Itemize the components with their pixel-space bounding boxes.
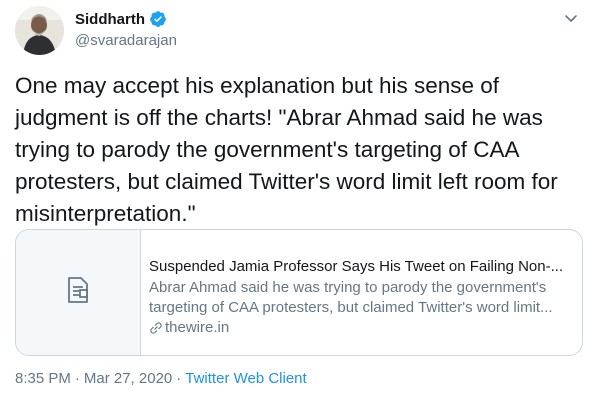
display-name[interactable]: Siddharth [75, 11, 145, 28]
tweet-source-link[interactable]: Twitter Web Client [185, 370, 306, 387]
card-domain: thewire.in [165, 319, 230, 336]
tweet-meta: 8:35 PM · Mar 27, 2020 · Twitter Web Cli… [15, 370, 307, 387]
card-title[interactable]: Suspended Jamia Professor Says His Tweet… [149, 257, 570, 277]
user-handle[interactable]: @svaradarajan [75, 32, 177, 49]
meta-separator: · [74, 370, 80, 387]
card-description-line: Abrar Ahmad said he was trying to parody… [149, 279, 547, 296]
chevron-down-icon[interactable] [563, 10, 579, 26]
user-name-row[interactable]: Siddharth [75, 10, 167, 28]
card-description: Abrar Ahmad said he was trying to parody… [149, 278, 570, 318]
card-body: Suspended Jamia Professor Says His Tweet… [141, 230, 582, 355]
link-icon [150, 322, 162, 334]
avatar[interactable] [15, 6, 64, 55]
card-description-line: targeting of CAA protesters, but claimed… [149, 299, 553, 316]
card-thumbnail [16, 230, 141, 355]
link-preview-card[interactable]: Suspended Jamia Professor Says His Tweet… [15, 229, 583, 356]
tweet-text: One may accept his explanation but his s… [15, 73, 558, 226]
meta-separator: · [176, 370, 182, 387]
tweet-date[interactable]: Mar 27, 2020 [84, 370, 172, 387]
tweet-time[interactable]: 8:35 PM [15, 370, 71, 387]
card-domain-row: thewire.in [149, 318, 570, 338]
document-icon [65, 276, 91, 309]
verified-badge-icon [149, 10, 167, 28]
